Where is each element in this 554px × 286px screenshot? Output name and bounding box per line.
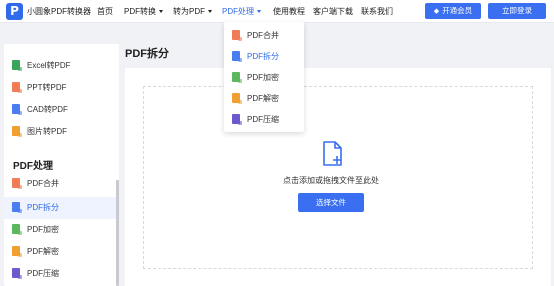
sidebar-item-excel-to-pdf[interactable]: Excel转PDF: [12, 59, 71, 73]
split-icon: [12, 202, 22, 213]
vip-button[interactable]: ◆ 开通会员: [425, 3, 481, 19]
sidebar-item-pdf-split[interactable]: PDF拆分: [12, 201, 59, 215]
sidebar-section-title: PDF处理: [13, 161, 53, 172]
image-icon: [12, 126, 22, 137]
login-button[interactable]: 立即登录: [488, 3, 546, 19]
nav-pdf-convert[interactable]: PDF转换: [124, 6, 163, 17]
sidebar-item-pdf-compress[interactable]: PDF压缩: [12, 267, 59, 281]
chevron-down-icon: [257, 10, 261, 14]
page-title: PDF拆分: [125, 48, 169, 60]
cad-icon: [12, 104, 22, 115]
choose-file-button[interactable]: 选择文件: [298, 193, 364, 212]
pdf-process-dropdown: PDF合并 PDF拆分 PDF加密 PDF解密 PDF压缩: [224, 22, 304, 132]
vip-icon: ◆: [433, 8, 440, 15]
dropdown-item-pdf-encrypt[interactable]: PDF加密: [232, 71, 279, 85]
add-file-icon[interactable]: [322, 141, 344, 167]
split-icon: [232, 51, 242, 62]
sidebar-item-image-to-pdf[interactable]: 图片转PDF: [12, 125, 67, 139]
nav-contact[interactable]: 联系我们: [361, 6, 393, 17]
merge-icon: [12, 178, 22, 189]
compress-icon: [12, 268, 22, 279]
decrypt-icon: [12, 246, 22, 257]
excel-icon: [12, 60, 22, 71]
merge-icon: [232, 30, 242, 41]
nav-home[interactable]: 首页: [97, 6, 113, 17]
dropdown-item-pdf-compress[interactable]: PDF压缩: [232, 113, 279, 127]
sidebar-scrollbar[interactable]: [116, 180, 119, 286]
brand-name[interactable]: 小圆象PDF转换器: [27, 6, 91, 17]
sidebar-item-ppt-to-pdf[interactable]: PPT转PDF: [12, 81, 67, 95]
compress-icon: [232, 114, 242, 125]
encrypt-icon: [12, 224, 22, 235]
chevron-down-icon: [159, 10, 163, 14]
nav-pdf-process[interactable]: PDF处理: [222, 6, 261, 17]
encrypt-icon: [232, 72, 242, 83]
top-navbar: P 小圆象PDF转换器 首页 PDF转换 转为PDF PDF处理 使用教程 客户…: [0, 0, 554, 23]
sidebar-item-pdf-decrypt[interactable]: PDF解密: [12, 245, 59, 259]
chevron-down-icon: [208, 10, 212, 14]
dropdown-item-pdf-decrypt[interactable]: PDF解密: [232, 92, 279, 106]
nav-to-pdf[interactable]: 转为PDF: [173, 6, 212, 17]
sidebar-item-pdf-encrypt[interactable]: PDF加密: [12, 223, 59, 237]
sidebar-item-pdf-merge[interactable]: PDF合并: [12, 177, 59, 191]
app-logo-icon[interactable]: P: [6, 3, 23, 20]
dropdown-item-pdf-merge[interactable]: PDF合并: [232, 29, 279, 43]
dropdown-item-pdf-split[interactable]: PDF拆分: [232, 50, 279, 64]
sidebar-item-cad-to-pdf[interactable]: CAD转PDF: [12, 103, 68, 117]
nav-client-download[interactable]: 客户端下载: [313, 6, 353, 17]
dropzone-hint: 点击添加或拖拽文件至此处: [283, 176, 379, 185]
decrypt-icon: [232, 93, 242, 104]
ppt-icon: [12, 82, 22, 93]
nav-tutorial[interactable]: 使用教程: [273, 6, 305, 17]
